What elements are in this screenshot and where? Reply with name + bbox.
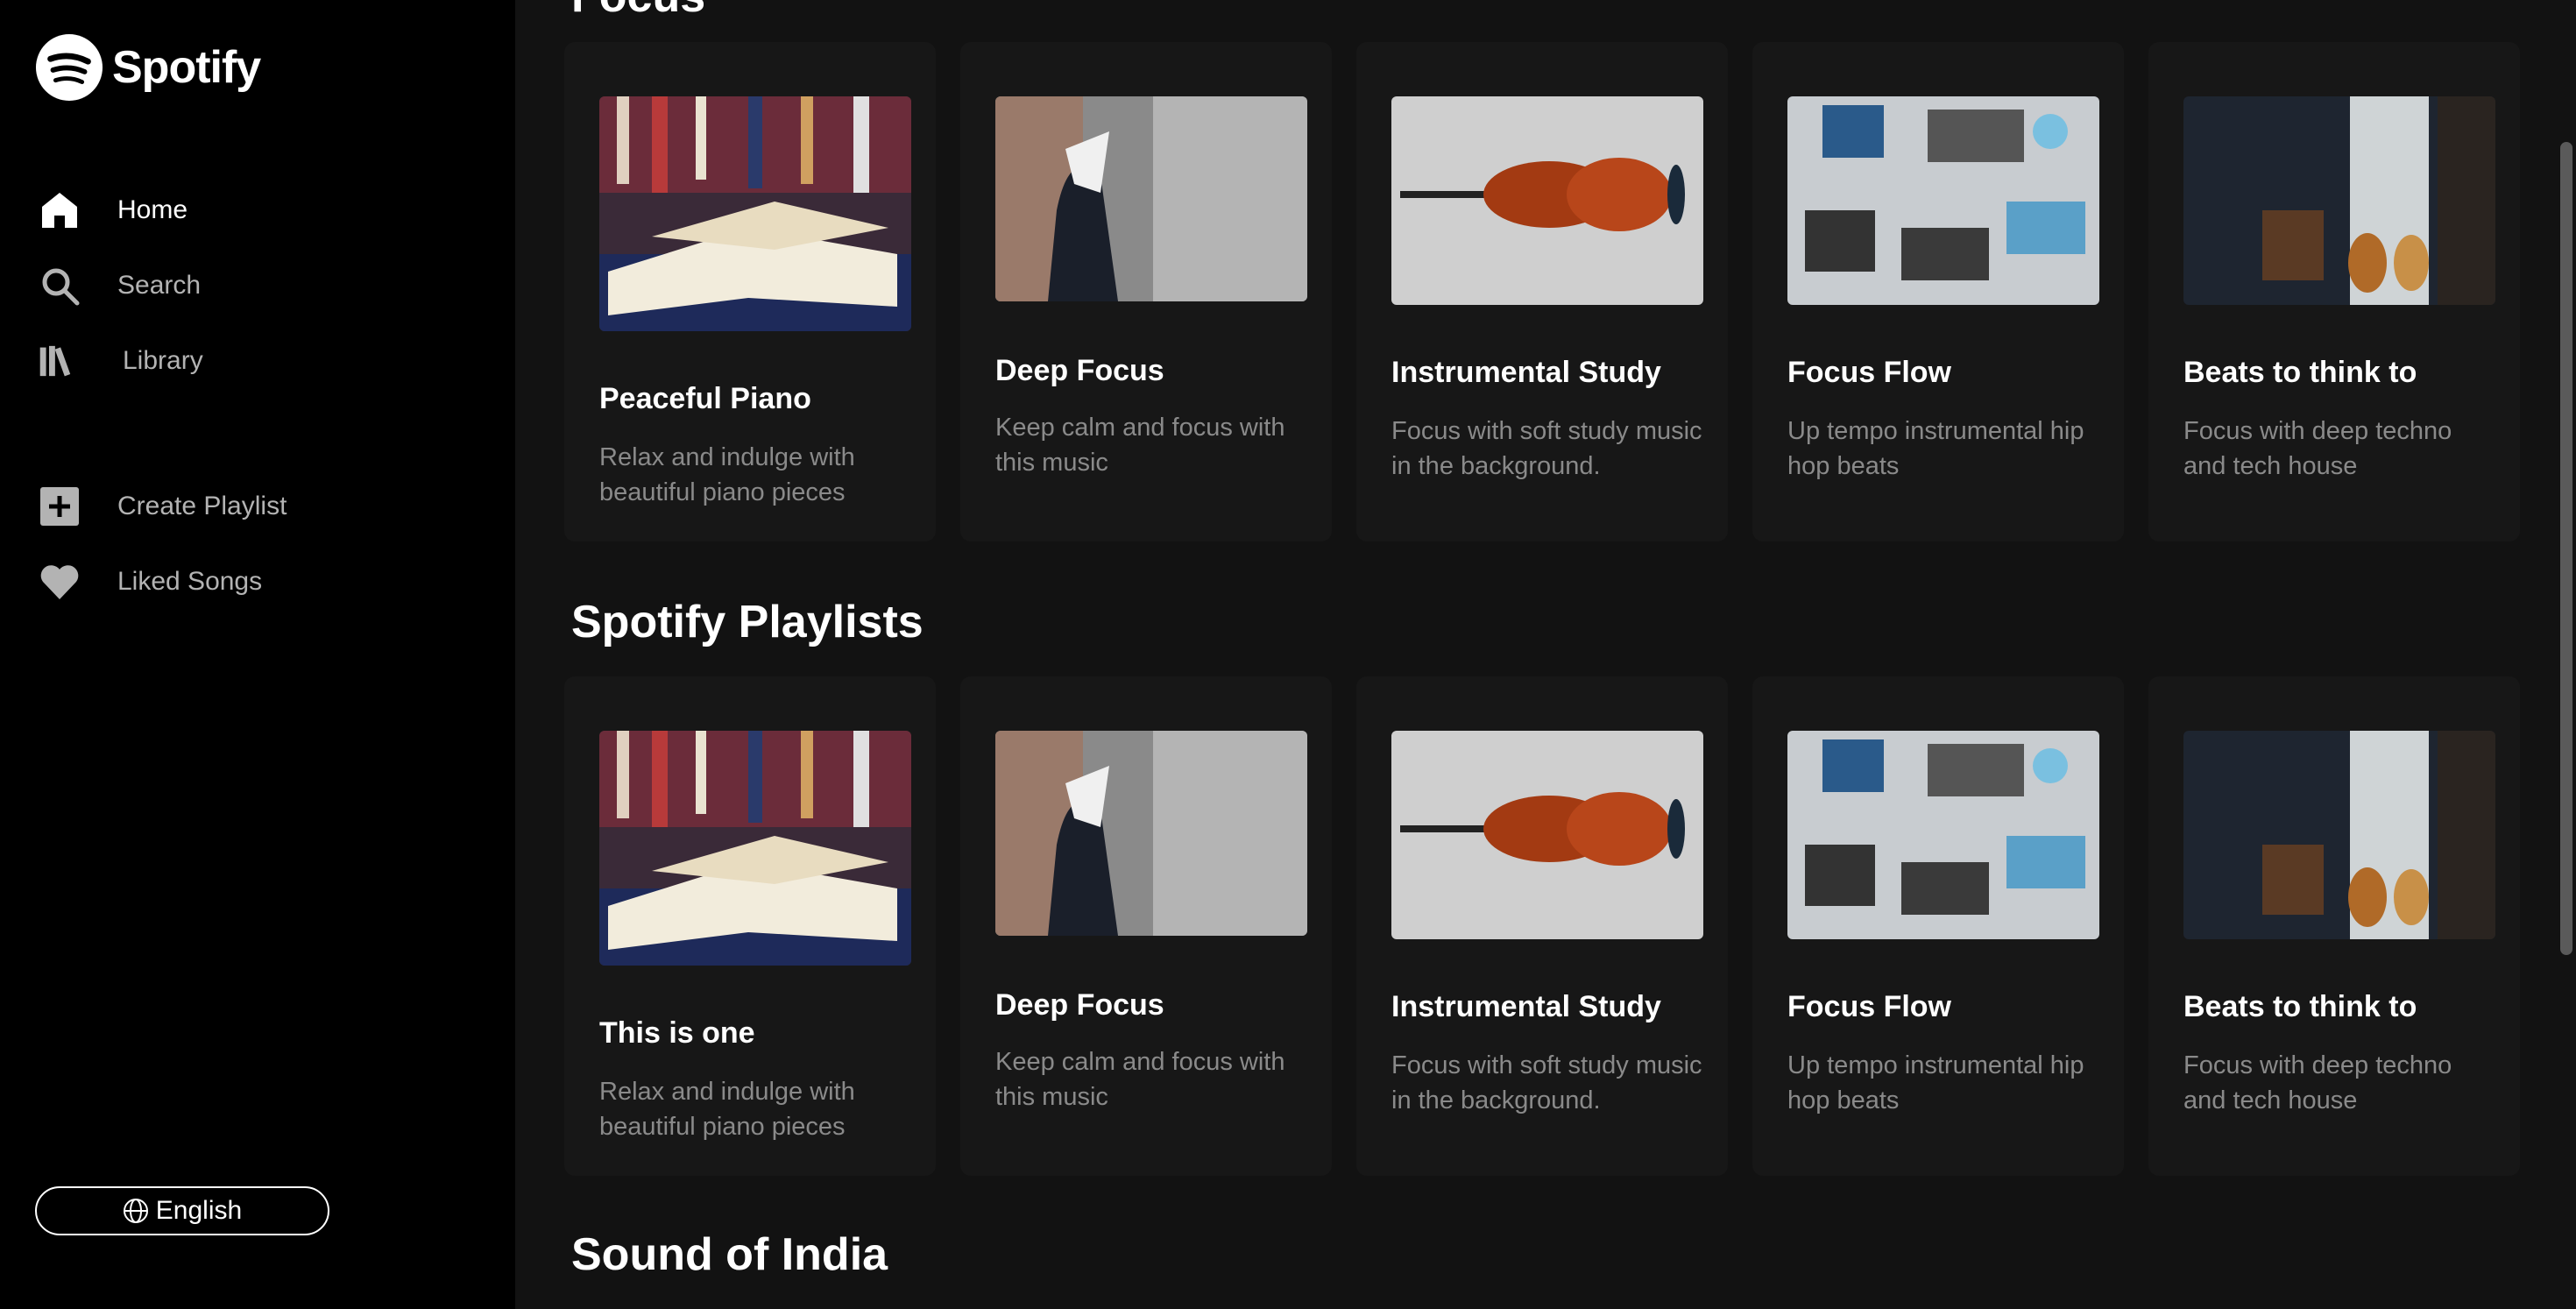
card-title: This is one	[599, 1016, 755, 1050]
playlist-card[interactable]: Deep Focus Keep calm and focus with this…	[960, 676, 1332, 1176]
card-description: Relax and indulge with beautiful piano p…	[599, 1078, 855, 1141]
playlist-card[interactable]: Deep Focus Keep calm and focus with this…	[960, 42, 1332, 541]
card-title: Beats to think to	[2183, 990, 2417, 1023]
card-title: Focus Flow	[1787, 356, 1951, 389]
card-description: Keep calm and focus with this music	[995, 414, 1285, 477]
card-title: Focus Flow	[1787, 990, 1951, 1023]
playlist-card[interactable]: Peaceful Piano Relax and indulge with be…	[564, 42, 936, 541]
spotify-logo[interactable]: Spotify	[35, 33, 261, 102]
card-title: Deep Focus	[995, 354, 1164, 387]
nav-label: Library	[123, 346, 203, 375]
violin-image	[1391, 96, 1703, 305]
playlist-card[interactable]: Beats to think to Focus with deep techno…	[2148, 42, 2520, 541]
spotify-icon	[35, 33, 103, 102]
nav-home[interactable]: Home	[35, 186, 188, 235]
open-books-image	[599, 731, 911, 966]
nav-label: Home	[117, 195, 188, 224]
card-title: Instrumental Study	[1391, 990, 1661, 1023]
library-icon	[35, 336, 84, 386]
create-playlist-button[interactable]: Create Playlist	[35, 482, 287, 531]
playlist-card[interactable]: Beats to think to Focus with deep techno…	[2148, 676, 2520, 1176]
card-description: Keep calm and focus with this music	[995, 1048, 1285, 1111]
search-icon	[35, 261, 84, 310]
playlist-card[interactable]: Focus Flow Up tempo instrumental hip hop…	[1752, 42, 2124, 541]
playlist-card[interactable]: Instrumental Study Focus with soft study…	[1356, 42, 1728, 541]
guitars-in-room-image	[2183, 96, 2495, 305]
home-icon	[35, 186, 84, 235]
liked-songs-button[interactable]: Liked Songs	[35, 557, 262, 606]
scrollbar[interactable]	[2557, 0, 2576, 1309]
main-content: Focus Peaceful Piano Relax and indulge w…	[515, 0, 2576, 1309]
globe-icon	[123, 1199, 148, 1223]
heart-icon	[35, 557, 84, 606]
playlist-card[interactable]: This is one Relax and indulge with beaut…	[564, 676, 936, 1176]
laptops-on-desk-image	[1787, 96, 2099, 305]
card-title: Instrumental Study	[1391, 356, 1661, 389]
nav-label: Create Playlist	[117, 492, 287, 520]
section-title: Spotify Playlists	[571, 597, 924, 647]
card-row: This is one Relax and indulge with beaut…	[564, 676, 2520, 1176]
section-title: Focus	[571, 0, 705, 23]
card-description: Focus with deep techno and tech house	[2183, 1051, 2452, 1114]
section-title: Sound of India	[571, 1229, 888, 1280]
card-description: Up tempo instrumental hip hop beats	[1787, 1051, 2084, 1114]
card-title: Beats to think to	[2183, 356, 2417, 389]
nav-label: Liked Songs	[117, 567, 263, 596]
open-books-image	[599, 96, 911, 331]
playlist-card[interactable]: Focus Flow Up tempo instrumental hip hop…	[1752, 676, 2124, 1176]
playlist-card[interactable]: Instrumental Study Focus with soft study…	[1356, 676, 1728, 1176]
nav-search[interactable]: Search	[35, 261, 201, 310]
laptops-on-desk-image	[1787, 731, 2099, 939]
brand-name: Spotify	[112, 42, 261, 93]
nav-label: Search	[117, 271, 202, 300]
card-row: Peaceful Piano Relax and indulge with be…	[564, 42, 2520, 541]
violin-image	[1391, 731, 1703, 939]
card-description: Relax and indulge with beautiful piano p…	[599, 443, 855, 506]
card-description: Focus with deep techno and tech house	[2183, 417, 2452, 480]
card-title: Peaceful Piano	[599, 382, 811, 415]
card-description: Focus with soft study music in the backg…	[1391, 417, 1702, 480]
language-button[interactable]: English	[35, 1186, 329, 1235]
guitars-in-room-image	[2183, 731, 2495, 939]
person-with-book-on-face-image	[995, 96, 1307, 301]
language-label: English	[155, 1196, 243, 1225]
card-description: Up tempo instrumental hip hop beats	[1787, 417, 2084, 480]
person-with-book-on-face-image	[995, 731, 1307, 936]
card-title: Deep Focus	[995, 988, 1164, 1022]
scrollbar-thumb[interactable]	[2560, 142, 2572, 955]
nav-library[interactable]: Library	[35, 336, 203, 386]
plus-square-icon	[35, 482, 84, 531]
card-description: Focus with soft study music in the backg…	[1391, 1051, 1702, 1114]
sidebar: Spotify Home Search Library Create Playl…	[0, 0, 515, 1309]
